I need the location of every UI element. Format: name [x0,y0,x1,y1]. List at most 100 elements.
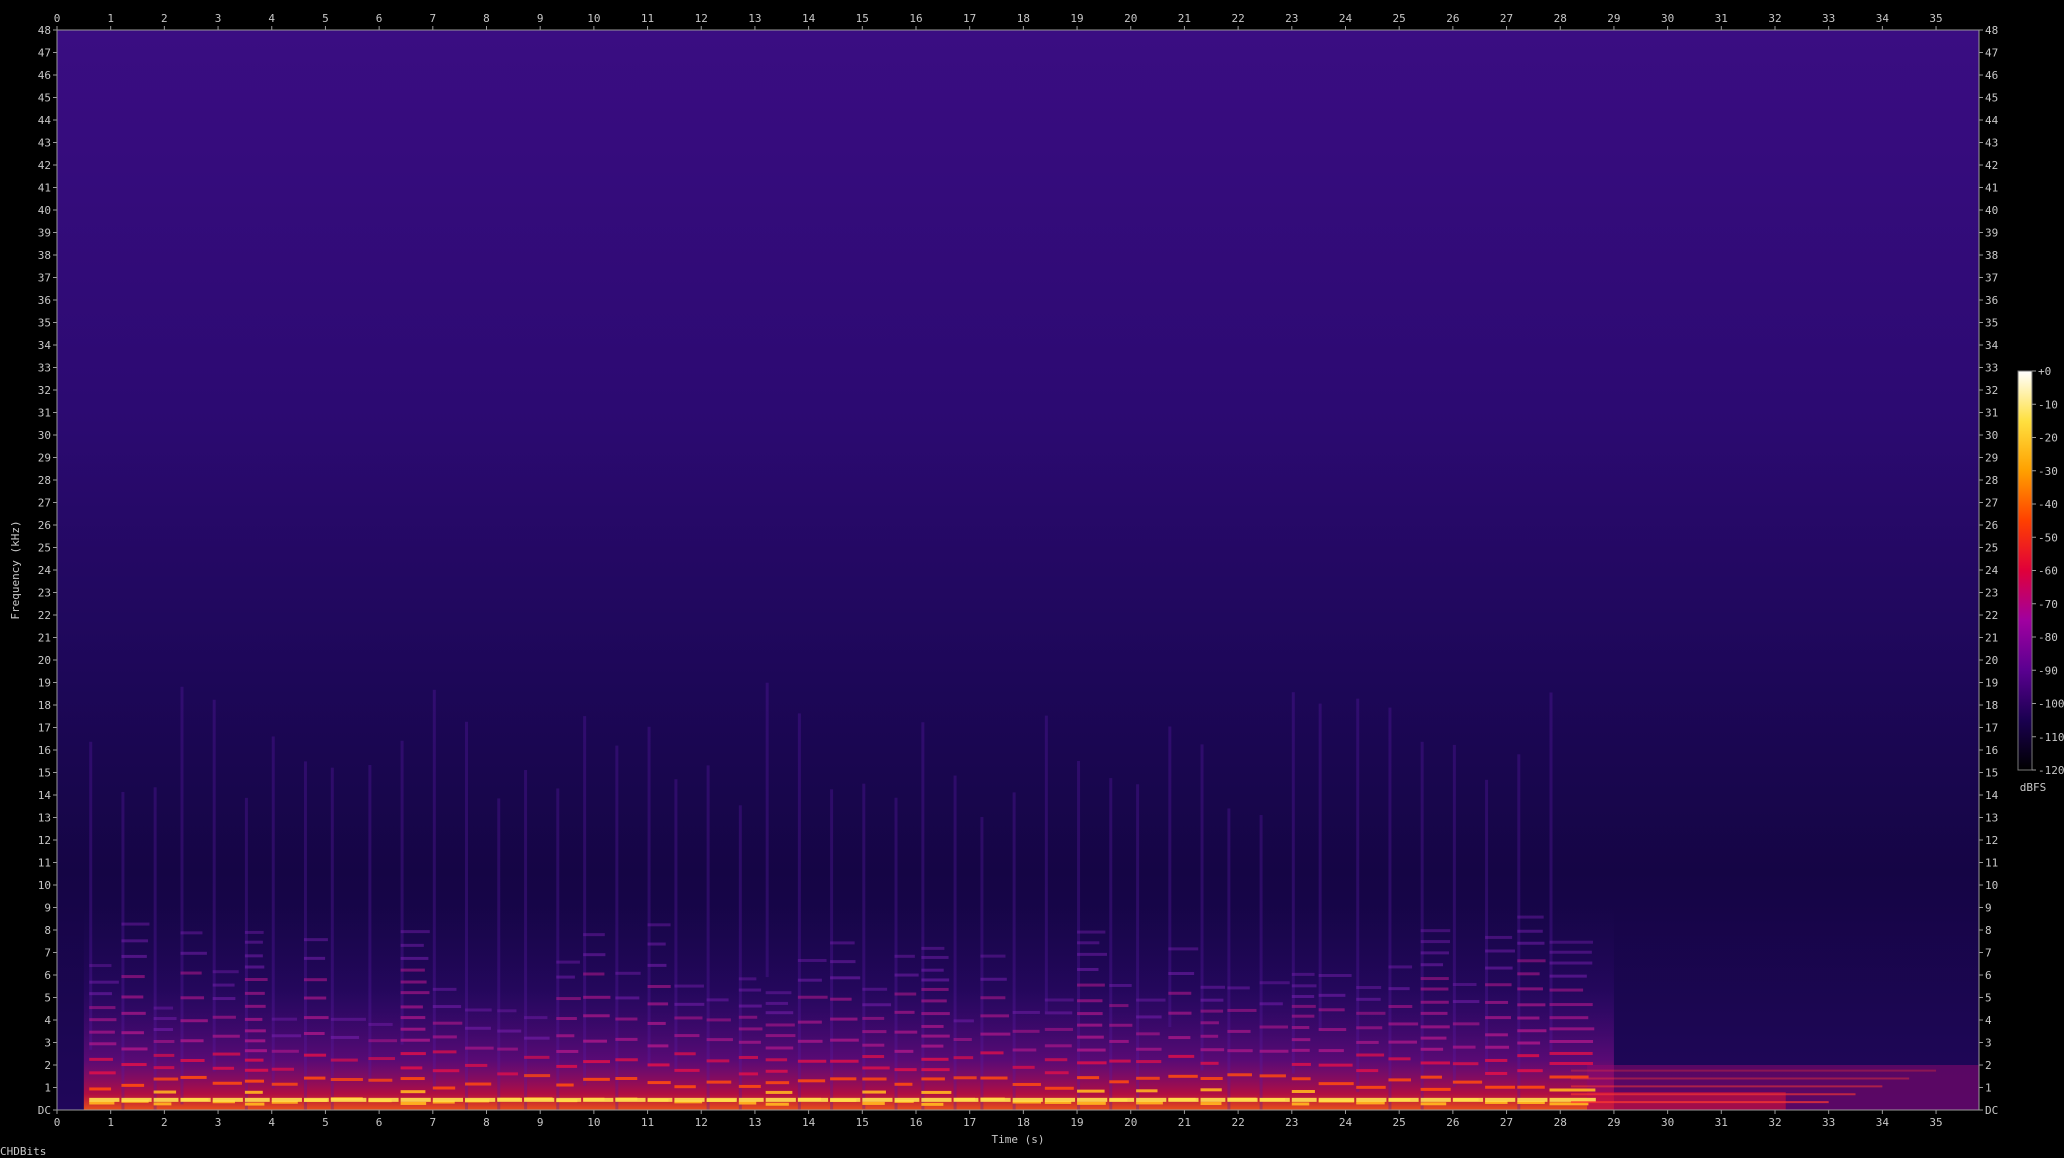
x-tick-label: 7 [429,1116,436,1129]
harmonic-line [1227,1049,1253,1053]
harmonic-line [524,1074,551,1078]
harmonic-line [797,1059,827,1063]
harmonic-line [894,954,915,958]
harmonic-line [1420,1061,1451,1065]
harmonic-line [674,1085,696,1089]
fundamental-line [1136,1097,1167,1102]
y-tick-label: 20 [38,654,51,667]
colorbar-tick-label: -10 [2038,398,2058,411]
y-axis-label: Frequency (kHz) [9,520,22,619]
harmonic-line [400,1077,425,1081]
transient-streak [432,689,436,1091]
harmonic-line [271,1017,298,1021]
harmonic-line [647,1044,669,1048]
y-tick-label: 7 [1985,947,1992,960]
harmonic-line [1136,1076,1160,1080]
harmonic-line [153,1006,174,1010]
harmonic-line [583,953,606,957]
harmonic-line [921,1057,949,1061]
harmonic-line [921,1068,950,1072]
harmonic-line [830,1077,857,1081]
x-tick-label: 9 [537,1116,544,1129]
fundamental-line [706,1097,737,1102]
harmonic-line [271,1049,299,1053]
harmonic-line [244,1068,269,1072]
fundamental-line [303,1097,329,1102]
harmonic-line [1168,1074,1198,1078]
harmonic-line [1012,1048,1037,1052]
harmonic-line [830,1038,859,1042]
harmonic-line [1517,1041,1541,1045]
harmonic-line [1136,1047,1162,1051]
harmonic-line [244,954,263,958]
harmonic-line [180,1075,207,1079]
fundamental-line [921,1097,952,1102]
harmonic-line [1517,1069,1543,1073]
y-tick-label: 29 [1985,452,1998,465]
harmonic-line [980,1032,1011,1036]
y-tick-label: 23 [1985,587,1998,600]
x-tick-label: 17 [963,1116,976,1129]
harmonic-line [830,1017,858,1021]
y-tick-label: 10 [38,879,51,892]
harmonic-line [1200,998,1224,1002]
harmonic-line [1356,1053,1385,1057]
harmonic-line [1200,1009,1224,1013]
harmonic-line [1452,1045,1476,1049]
transient-streak [1318,703,1322,1031]
x-axis-bottom: 0 1 2 3 4 5 6 7 8 9 10 11 12 13 14 15 16 17 18 19 20 21 22 23 24… [54,1110,1943,1129]
harmonic-line [368,1057,395,1061]
harmonic-line [1077,999,1103,1003]
fundamental-line [1318,1097,1355,1102]
y-tick-label: 35 [38,317,51,330]
harmonic-line [1227,1008,1257,1012]
y-axis-left: DC12345678910111213141516171819202122232… [38,24,57,1117]
harmonic-line [1109,1004,1129,1008]
fundamental-line [1517,1097,1548,1102]
fundamental-line [89,1097,120,1102]
harmonic-line [765,1011,794,1015]
y-tick-label: 16 [1985,744,1998,757]
harmonic-line [121,1031,144,1035]
harmonic-line [330,1017,366,1021]
harmonic-line [89,1006,116,1010]
harmonic-line [1549,1039,1594,1043]
harmonic-line [894,1010,915,1014]
transient-streak [1044,715,1048,1012]
y-tick-label: 17 [38,722,51,735]
y-tick-label: 11 [1985,857,1998,870]
harmonic-line [1168,1011,1192,1015]
harmonic-line [1044,1071,1069,1075]
harmonic-line [1356,997,1381,1001]
colorbar-gradient [2017,370,2033,771]
harmonic-line [153,1017,177,1021]
harmonic-line [89,992,112,996]
transient-streak [647,726,651,1068]
harmonic-line [368,1078,393,1082]
harmonic-line [738,1040,761,1044]
x-tick-label: 30 [1661,12,1674,25]
harmonic-line [1077,1101,1106,1105]
y-tick-label: 13 [1985,812,1998,825]
harmonic-line [1044,998,1074,1002]
harmonic-line [953,1076,977,1080]
harmonic-line [1517,1054,1540,1058]
harmonic-line [647,963,667,967]
x-tick-label: 6 [376,12,383,25]
fundamental-line [862,1097,893,1102]
harmonic-line [647,923,671,927]
harmonic-line [1517,915,1544,919]
harmonic-line [765,1046,794,1050]
harmonic-line [1420,987,1449,991]
y-tick-label: 16 [38,744,51,757]
harmonic-line [1109,983,1132,987]
y-tick-label: 5 [1985,992,1992,1005]
harmonic-line [1168,1054,1195,1058]
x-tick-label: 31 [1715,12,1728,25]
harmonic-line [244,965,265,969]
x-tick-label: 19 [1070,1116,1083,1129]
harmonic-line [432,1021,463,1025]
y-tick-label: 40 [38,204,51,217]
harmonic-line [121,939,149,943]
colorbar-tick-label: -30 [2038,465,2058,478]
